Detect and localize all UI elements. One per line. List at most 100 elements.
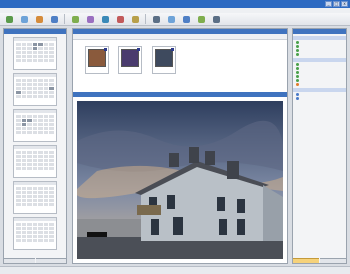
calendar-day[interactable] (49, 127, 54, 130)
calendar-day[interactable] (21, 155, 27, 158)
calendar-day[interactable] (27, 167, 32, 170)
calendar-day[interactable] (27, 43, 32, 46)
calendar-day[interactable] (43, 59, 49, 62)
calendar-day[interactable] (21, 91, 27, 94)
calendar-day[interactable] (38, 159, 43, 162)
maximize-button[interactable]: □ (333, 1, 340, 7)
calendar-day[interactable] (27, 59, 32, 62)
calendar-day[interactable] (27, 83, 32, 86)
calendar-day[interactable] (16, 127, 21, 130)
calendar-day[interactable] (49, 47, 54, 50)
calendar-day[interactable] (21, 235, 27, 238)
calendar-day[interactable] (49, 59, 54, 62)
calendar-day[interactable] (32, 239, 38, 242)
calendar-day[interactable] (27, 79, 32, 82)
calendar-day[interactable] (38, 163, 43, 166)
calendar-day[interactable] (16, 235, 21, 238)
calendar-day[interactable] (21, 47, 27, 50)
calendar-day[interactable] (16, 223, 21, 226)
calendar-day[interactable] (32, 131, 38, 134)
calendar-day[interactable] (27, 239, 32, 242)
calendar-day[interactable] (27, 227, 32, 230)
calendar-day[interactable] (43, 151, 49, 154)
calendar-day[interactable] (16, 187, 21, 190)
calendar-day[interactable] (27, 155, 32, 158)
calendar-day[interactable] (49, 123, 54, 126)
calendar-day[interactable] (16, 87, 21, 90)
calendar-day[interactable] (16, 95, 21, 98)
calendar-day[interactable] (21, 51, 27, 54)
toolbar-button-2[interactable] (18, 15, 30, 23)
calendar-day[interactable] (38, 83, 43, 86)
calendar-day[interactable] (32, 199, 38, 202)
calendar-day[interactable] (27, 115, 32, 118)
calendar-day[interactable] (49, 119, 54, 122)
calendar-day[interactable] (49, 235, 54, 238)
toolbar-button-3[interactable] (33, 15, 45, 23)
calendar-day[interactable] (38, 187, 43, 190)
calendar-day[interactable] (43, 227, 49, 230)
calendar-day[interactable] (21, 123, 27, 126)
calendar-day[interactable] (43, 235, 49, 238)
calendar-day[interactable] (43, 163, 49, 166)
calendar-day[interactable] (16, 91, 21, 94)
calendar-day[interactable] (32, 187, 38, 190)
calendar-day[interactable] (32, 227, 38, 230)
calendar-day[interactable] (16, 199, 21, 202)
calendar-day[interactable] (38, 79, 43, 82)
calendar-day[interactable] (43, 123, 49, 126)
calendar-day[interactable] (38, 231, 43, 234)
calendar-day[interactable] (21, 191, 27, 194)
calendar-day[interactable] (27, 191, 32, 194)
calendar-day[interactable] (38, 223, 43, 226)
calendar-day[interactable] (43, 155, 49, 158)
calendar-day[interactable] (21, 83, 27, 86)
calendar-day[interactable] (16, 191, 21, 194)
calendar-day[interactable] (38, 95, 43, 98)
calendar-day[interactable] (43, 83, 49, 86)
calendar-day[interactable] (38, 239, 43, 242)
toolbar-button-4[interactable] (48, 15, 60, 23)
calendar-day[interactable] (27, 131, 32, 134)
calendar-day[interactable] (43, 115, 49, 118)
calendar-day[interactable] (38, 167, 43, 170)
calendar-day[interactable] (43, 239, 49, 242)
calendar-day[interactable] (32, 119, 38, 122)
month-calendar[interactable] (13, 37, 57, 70)
calendar-day[interactable] (38, 151, 43, 154)
calendar-day[interactable] (38, 155, 43, 158)
calendar-day[interactable] (16, 155, 21, 158)
calendar-day[interactable] (43, 127, 49, 130)
calendar-day[interactable] (32, 235, 38, 238)
calendar-day[interactable] (32, 115, 38, 118)
calendar-day[interactable] (43, 199, 49, 202)
calendar-day[interactable] (21, 239, 27, 242)
calendar-day[interactable] (16, 167, 21, 170)
calendar-day[interactable] (32, 191, 38, 194)
calendar-day[interactable] (49, 51, 54, 54)
calendar-day[interactable] (49, 155, 54, 158)
calendar-day[interactable] (38, 43, 43, 46)
calendar-day[interactable] (32, 55, 38, 58)
calendar-day[interactable] (21, 87, 27, 90)
calendar-day[interactable] (49, 227, 54, 230)
calendar-day[interactable] (38, 227, 43, 230)
calendar-day[interactable] (21, 131, 27, 134)
calendar-day[interactable] (21, 59, 27, 62)
calendar-day[interactable] (32, 95, 38, 98)
list-item[interactable] (293, 52, 346, 56)
calendar-day[interactable] (21, 227, 27, 230)
calendar-day[interactable] (16, 123, 21, 126)
calendar-day[interactable] (21, 119, 27, 122)
calendar-day[interactable] (32, 79, 38, 82)
month-calendar[interactable] (13, 73, 57, 106)
calendar-day[interactable] (32, 195, 38, 198)
calendar-day[interactable] (38, 127, 43, 130)
left-tab-2[interactable] (35, 258, 66, 263)
calendar-day[interactable] (21, 159, 27, 162)
calendar-day[interactable] (16, 151, 21, 154)
toolbar-button-14[interactable] (210, 15, 222, 23)
calendar-day[interactable] (49, 187, 54, 190)
calendar-day[interactable] (21, 151, 27, 154)
calendar-day[interactable] (27, 203, 32, 206)
